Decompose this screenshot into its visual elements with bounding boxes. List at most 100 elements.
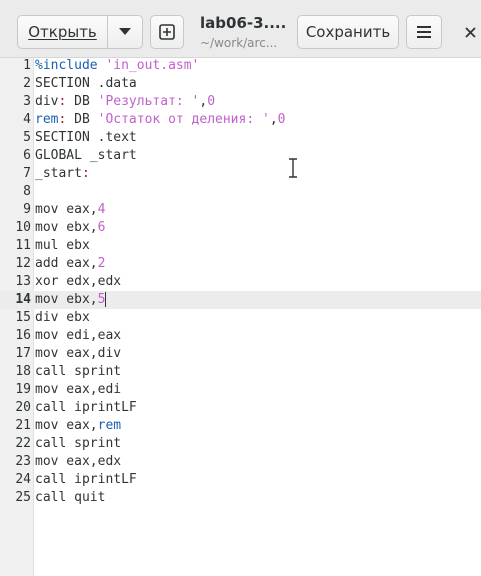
file-path: ~/work/arc... (200, 36, 278, 50)
code-line[interactable]: 21 mov eax,rem (0, 417, 481, 435)
new-document-icon (159, 24, 175, 40)
line-number: 4 (23, 112, 31, 127)
line-number: 12 (15, 256, 31, 271)
code-token: mov eax, (35, 418, 98, 433)
code-lines: 1 %include 'in_out.asm' 2 SECTION .data 3 div… (0, 57, 481, 507)
line-code: mov eax,edi (35, 381, 121, 399)
code-line[interactable]: 11 mul ebx (0, 237, 481, 255)
code-line[interactable]: 7 _start: (0, 165, 481, 183)
code-line[interactable]: 8 (0, 183, 481, 201)
line-number: 20 (15, 400, 31, 415)
close-window-button[interactable] (458, 15, 481, 49)
code-line[interactable]: 3 div: DB 'Результат: ',0 (0, 93, 481, 111)
line-number: 19 (15, 382, 31, 397)
header-bar: Открыть lab06-3.... ~/work/arc... Сохран… (0, 0, 481, 58)
line-code: rem: DB 'Остаток от деления: ',0 (35, 111, 285, 129)
code-line[interactable]: 5 SECTION .text (0, 129, 481, 147)
code-token: call iprintLF (35, 472, 137, 487)
line-number: 16 (15, 328, 31, 343)
code-line[interactable]: 15 div ebx (0, 309, 481, 327)
code-line[interactable]: 13 xor edx,edx (0, 273, 481, 291)
line-code: mov eax,edx (35, 453, 121, 471)
code-token: 4 (97, 202, 106, 217)
line-number: 14 (15, 292, 31, 307)
line-number: 8 (23, 184, 31, 199)
line-code: xor edx,edx (35, 273, 121, 291)
code-token: GLOBAL _start (35, 148, 137, 163)
code-token: : (81, 166, 90, 181)
line-code: GLOBAL _start (35, 147, 137, 165)
line-code: mov edi,eax (35, 327, 121, 345)
code-token: SECTION .data (35, 76, 137, 91)
code-line[interactable]: 10 mov ebx,6 (0, 219, 481, 237)
line-number: 1 (23, 58, 31, 73)
code-line[interactable]: 16 mov edi,eax (0, 327, 481, 345)
code-line[interactable]: 2 SECTION .data (0, 75, 481, 93)
line-number: 10 (15, 220, 31, 235)
line-code: call quit (35, 489, 105, 507)
line-number: 23 (15, 454, 31, 469)
code-token: mov eax,div (35, 346, 122, 361)
code-line[interactable]: 20 call iprintLF (0, 399, 481, 417)
line-number: 5 (23, 130, 31, 145)
code-token: 'Результат: ' (97, 94, 200, 109)
code-line[interactable]: 18 call sprint (0, 363, 481, 381)
line-number: 13 (15, 274, 31, 289)
save-button[interactable]: Сохранить (297, 15, 399, 49)
code-token: %include (35, 58, 106, 73)
code-token: call sprint (35, 364, 122, 379)
code-token: mul ebx (35, 238, 90, 253)
line-number: 6 (23, 148, 31, 163)
new-document-button[interactable] (150, 15, 184, 49)
code-token: mov edi,eax (35, 328, 122, 343)
line-code: SECTION .text (35, 129, 137, 147)
line-code: div ebx (35, 309, 90, 327)
code-line[interactable]: 14 mov ebx,5 (0, 291, 481, 309)
line-code: call iprintLF (35, 399, 137, 417)
code-token: mov eax,edi (35, 382, 122, 397)
code-line[interactable]: 22 call sprint (0, 435, 481, 453)
open-button-label: Открыть (28, 23, 97, 41)
code-line[interactable]: 17 mov eax,div (0, 345, 481, 363)
line-number: 15 (15, 310, 31, 325)
code-token: call iprintLF (35, 400, 137, 415)
chevron-down-icon (119, 28, 131, 35)
code-token: , (269, 112, 278, 127)
line-code: mov ebx,6 (35, 219, 105, 237)
code-token: 5 (97, 292, 106, 307)
code-token: mov eax,edx (35, 454, 122, 469)
code-token: rem (97, 418, 122, 433)
code-line[interactable]: 24 call iprintLF (0, 471, 481, 489)
line-number: 2 (23, 76, 31, 91)
code-token: 'Остаток от деления: ' (97, 112, 270, 127)
code-line[interactable]: 19 mov eax,edi (0, 381, 481, 399)
line-code: div: DB 'Результат: ',0 (35, 93, 215, 111)
code-line[interactable]: 9 mov eax,4 (0, 201, 481, 219)
line-code: mul ebx (35, 237, 90, 255)
code-token: _start (35, 166, 82, 181)
code-token: call quit (35, 490, 106, 505)
code-line[interactable]: 6 GLOBAL _start (0, 147, 481, 165)
text-caret (105, 292, 107, 307)
code-line[interactable]: 12 add eax,2 (0, 255, 481, 273)
file-name: lab06-3.... (200, 14, 287, 32)
line-code: mov eax,4 (35, 201, 105, 219)
window-title: lab06-3.... ~/work/arc... (200, 14, 290, 50)
open-button[interactable]: Открыть (17, 15, 108, 49)
code-line[interactable]: 1 %include 'in_out.asm' (0, 57, 481, 75)
code-line[interactable]: 23 mov eax,edx (0, 453, 481, 471)
line-code: _start: (35, 165, 90, 183)
code-token: div ebx (35, 310, 90, 325)
line-code: add eax,2 (35, 255, 105, 273)
main-menu-button[interactable] (406, 15, 442, 49)
line-number: 17 (15, 346, 31, 361)
line-number: 3 (23, 94, 31, 109)
line-code: mov eax,div (35, 345, 121, 363)
code-token: 0 (207, 94, 216, 109)
code-line[interactable]: 4 rem: DB 'Остаток от деления: ',0 (0, 111, 481, 129)
code-token: rem (35, 112, 59, 127)
open-menu-button[interactable] (107, 15, 143, 49)
code-line[interactable]: 25 call quit (0, 489, 481, 507)
code-token: xor edx,edx (35, 274, 122, 289)
save-button-label: Сохранить (305, 23, 391, 41)
